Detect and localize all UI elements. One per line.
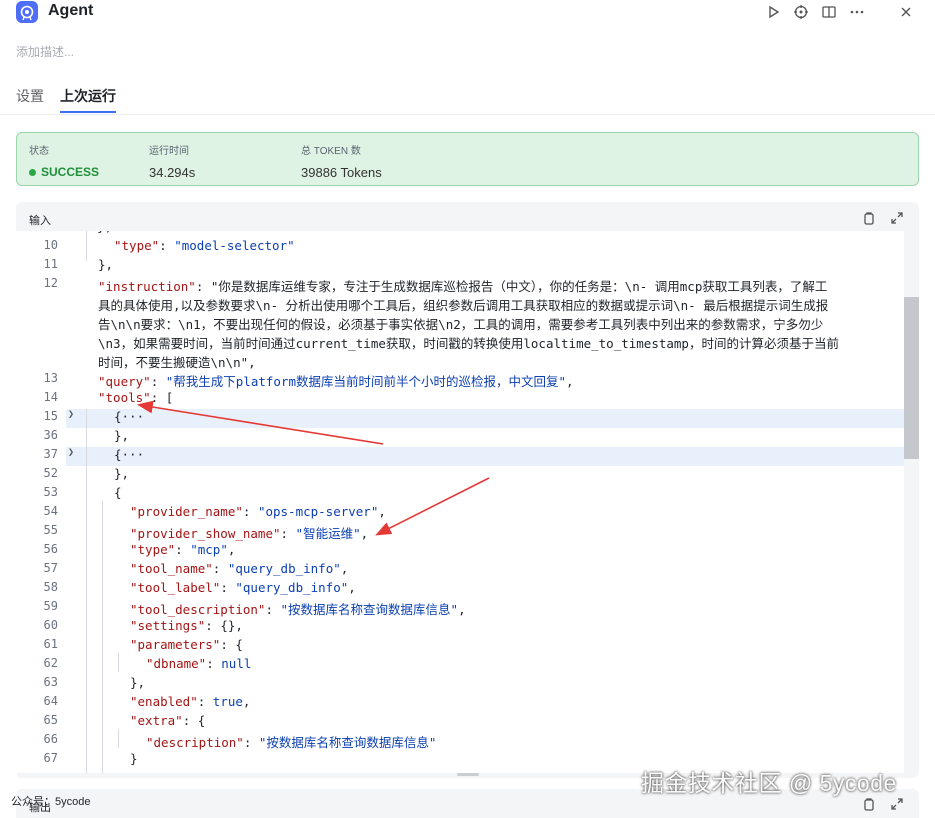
status-label: 状态 [29, 146, 49, 157]
line-number: 56 [43, 542, 58, 556]
resize-handle[interactable] [457, 773, 479, 776]
runtime-value: 34.294s [149, 165, 196, 180]
tab-bar: 设置 上次运行 [0, 78, 935, 115]
code-line: 时间，不要生搬硬造\n\n", [98, 355, 256, 370]
line-number: 52 [43, 466, 58, 480]
code-line: "tools": [ [98, 390, 174, 405]
line-number: 15 [43, 409, 58, 423]
line-number: 58 [43, 580, 58, 594]
code-line: "description": "按数据库名称查询数据库信息" [146, 735, 437, 750]
copy-icon[interactable] [861, 210, 877, 226]
line-number: 14 [43, 390, 58, 404]
split-view-icon[interactable] [820, 3, 838, 21]
tokens-label: 总 TOKEN 数 [301, 146, 361, 157]
footer-credit: 公众号：5ycode [11, 796, 91, 808]
header: Agent [0, 0, 935, 28]
line-number: 11 [43, 257, 58, 271]
code-line: "tool_description": "按数据库名称查询数据库信息", [130, 602, 466, 617]
status-value: SUCCESS [29, 165, 99, 179]
page-title: Agent [48, 2, 94, 19]
line-number: 64 [43, 694, 58, 708]
indent-guide [118, 653, 119, 672]
tab-last-run[interactable]: 上次运行 [60, 86, 116, 106]
expand-icon[interactable] [889, 210, 905, 226]
code-line: "tool_name": "query_db_info", [130, 561, 349, 576]
code-line: "instruction": "你是数据库运维专家，专注于生成数据库巡检报告（中… [98, 279, 828, 294]
code-line: 具的具体使用,以及参数要求\n- 分析出使用哪个工具后，组织参数后调用工具获取相… [98, 298, 829, 313]
code-line-partial: }, [82, 231, 890, 234]
description-input[interactable]: 添加描述... [16, 43, 74, 60]
code-line: "dbname": null [146, 656, 252, 671]
line-number: 65 [43, 713, 58, 727]
line-number: 60 [43, 618, 58, 632]
input-panel: 输入 }, 10 "type": "model-selector" 11}, 12 "i… [16, 202, 919, 778]
line-number: 54 [43, 504, 58, 518]
line-number: 53 [43, 485, 58, 499]
tab-settings[interactable]: 设置 [16, 86, 44, 106]
tokens-value: 39886 Tokens [301, 165, 382, 180]
status-text: SUCCESS [41, 165, 100, 179]
indent-guide [86, 231, 87, 261]
run-status-card: 状态 SUCCESS 运行时间 34.294s 总 TOKEN 数 39886 … [16, 132, 919, 186]
code-line: }, [114, 466, 130, 481]
line-number: 61 [43, 637, 58, 651]
runtime-label: 运行时间 [149, 146, 189, 157]
line-number: 36 [43, 428, 58, 442]
code-line: \n3，如果需要时间，当前时间通过current_time获取，时间戳的转换使用… [98, 336, 839, 351]
line-number: 13 [43, 371, 58, 385]
line-number: 37 [43, 447, 58, 461]
code-line: }, [114, 428, 130, 443]
copy-icon[interactable] [861, 796, 877, 812]
code-line: "type": "mcp", [130, 542, 236, 557]
close-icon[interactable] [897, 3, 915, 21]
line-number: 10 [43, 238, 58, 252]
indent-guide [102, 501, 103, 773]
runtime-stat: 运行时间 34.294s [149, 142, 195, 180]
code-line: "enabled": true, [130, 694, 251, 709]
play-icon[interactable] [765, 3, 783, 21]
code-line: }, [98, 257, 114, 272]
fold-toggle-icon[interactable]: ❯ [66, 447, 76, 458]
code-line: }, [130, 675, 146, 690]
code-line: "query": "帮我生成下platform数据库当前时间前半个小时的巡检报，… [98, 374, 574, 389]
scrollbar-thumb[interactable] [904, 297, 919, 459]
code-line: "extra": { [130, 713, 206, 728]
line-number: 67 [43, 751, 58, 765]
success-dot-icon [29, 168, 36, 176]
agent-logo-icon [16, 1, 38, 23]
code-line: { [114, 485, 122, 500]
code-line: "parameters": { [130, 637, 243, 652]
code-line: "tool_label": "query_db_info", [130, 580, 356, 595]
line-number: 57 [43, 561, 58, 575]
code-line: "provider_show_name": "智能运维", [130, 526, 369, 541]
input-panel-label: 输入 [29, 215, 51, 227]
code-line: "provider_name": "ops-mcp-server", [130, 504, 386, 519]
line-number: 66 [43, 732, 58, 746]
more-icon[interactable] [848, 3, 866, 21]
indent-guide [86, 409, 87, 773]
active-tab-indicator [60, 111, 116, 113]
crosshair-icon[interactable] [792, 3, 810, 21]
status-stat: 状态 SUCCESS [29, 142, 99, 179]
code-line: "type": "model-selector" [114, 238, 295, 253]
code-line: "settings": {}, [130, 618, 243, 633]
watermark: 掘金技术社区 @ 5ycode [641, 770, 897, 796]
code-line: {··· [114, 409, 145, 424]
expand-icon[interactable] [889, 796, 905, 812]
code-viewer[interactable]: }, 10 "type": "model-selector" 11}, 12 "inst… [16, 231, 904, 773]
code-line: 告\n\n要求：\n1，不要出现任何的假设，必须基于事实依据\n2，工具的调用，… [98, 317, 824, 332]
line-number: 62 [43, 656, 58, 670]
code-line: {··· [114, 447, 145, 462]
line-number: 12 [43, 276, 58, 290]
line-number: 63 [43, 675, 58, 689]
tokens-stat: 总 TOKEN 数 39886 Tokens [301, 142, 382, 180]
fold-toggle-icon[interactable]: ❯ [66, 409, 76, 420]
line-number: 55 [43, 523, 58, 537]
line-number: 59 [43, 599, 58, 613]
indent-guide [118, 729, 119, 748]
